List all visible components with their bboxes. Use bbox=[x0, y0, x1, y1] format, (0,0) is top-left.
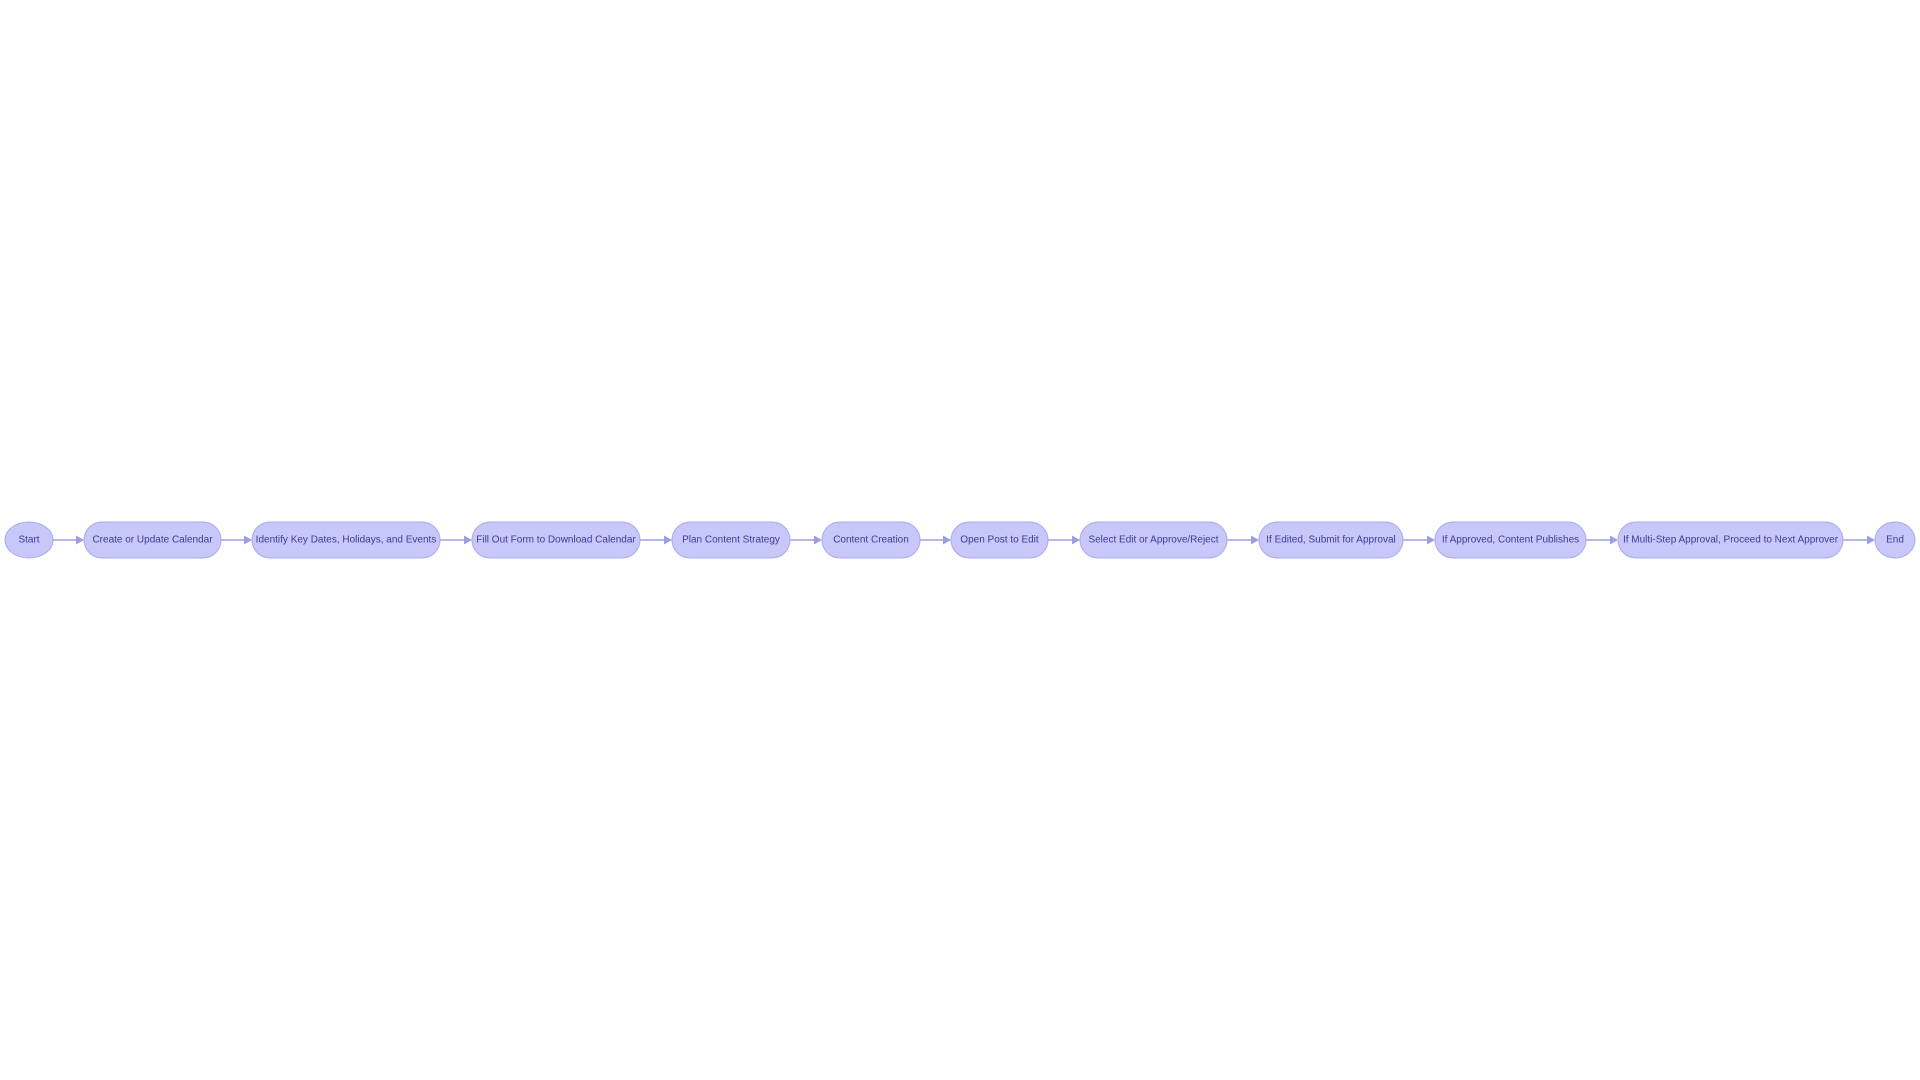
node-select-edit[interactable]: Select Edit or Approve/Reject bbox=[1079, 521, 1228, 559]
node-label: Fill Out Form to Download Calendar bbox=[476, 535, 636, 546]
arrowhead-icon bbox=[1251, 535, 1259, 545]
edge-submit-approval-to-content-publishes bbox=[1403, 535, 1435, 545]
node-label: Start bbox=[18, 535, 39, 546]
node-label: End bbox=[1886, 535, 1904, 546]
arrowhead-icon bbox=[1427, 535, 1435, 545]
node-label: If Edited, Submit for Approval bbox=[1266, 535, 1396, 546]
node-fill-form[interactable]: Fill Out Form to Download Calendar bbox=[471, 521, 641, 559]
node-plan-strategy[interactable]: Plan Content Strategy bbox=[671, 521, 791, 559]
edge-identify-dates-to-fill-form bbox=[440, 535, 472, 545]
flowchart-canvas: Start Create or Update Calendar Identify K… bbox=[4, 521, 1916, 559]
edge-select-edit-to-submit-approval bbox=[1227, 535, 1259, 545]
edge-content-creation-to-open-post bbox=[920, 535, 951, 545]
node-label: If Approved, Content Publishes bbox=[1442, 535, 1579, 546]
arrowhead-icon bbox=[244, 535, 252, 545]
arrowhead-icon bbox=[1072, 535, 1080, 545]
edge-next-approver-to-end bbox=[1843, 535, 1875, 545]
node-end[interactable]: End bbox=[1874, 521, 1916, 559]
arrowhead-icon bbox=[464, 535, 472, 545]
node-label: Create or Update Calendar bbox=[92, 535, 213, 546]
node-content-creation[interactable]: Content Creation bbox=[821, 521, 921, 559]
node-open-post[interactable]: Open Post to Edit bbox=[950, 521, 1049, 559]
edge-content-publishes-to-next-approver bbox=[1586, 535, 1618, 545]
arrowhead-icon bbox=[664, 535, 672, 545]
edge-open-post-to-select-edit bbox=[1048, 535, 1080, 545]
node-identify-dates[interactable]: Identify Key Dates, Holidays, and Events bbox=[251, 521, 441, 559]
edge-plan-strategy-to-content-creation bbox=[790, 535, 822, 545]
node-start[interactable]: Start bbox=[4, 521, 54, 559]
arrowhead-icon bbox=[814, 535, 822, 545]
node-label: Select Edit or Approve/Reject bbox=[1088, 535, 1218, 546]
arrowhead-icon bbox=[1867, 535, 1875, 545]
node-submit-approval[interactable]: If Edited, Submit for Approval bbox=[1258, 521, 1404, 559]
node-label: If Multi-Step Approval, Proceed to Next … bbox=[1623, 535, 1839, 546]
nodes-layer: Start Create or Update Calendar Identify K… bbox=[4, 521, 1916, 559]
node-label: Plan Content Strategy bbox=[682, 535, 780, 546]
node-label: Open Post to Edit bbox=[960, 535, 1039, 546]
edge-create-calendar-to-identify-dates bbox=[221, 535, 252, 545]
arrowhead-icon bbox=[1610, 535, 1618, 545]
node-label: Content Creation bbox=[833, 535, 909, 546]
edge-fill-form-to-plan-strategy bbox=[640, 535, 672, 545]
node-content-publishes[interactable]: If Approved, Content Publishes bbox=[1434, 521, 1587, 559]
node-next-approver[interactable]: If Multi-Step Approval, Proceed to Next … bbox=[1617, 521, 1844, 559]
arrowhead-icon bbox=[76, 535, 84, 545]
node-label: Identify Key Dates, Holidays, and Events bbox=[256, 535, 437, 546]
edge-start-to-create-calendar bbox=[53, 535, 84, 545]
arrowhead-icon bbox=[943, 535, 951, 545]
node-create-calendar[interactable]: Create or Update Calendar bbox=[83, 521, 222, 559]
